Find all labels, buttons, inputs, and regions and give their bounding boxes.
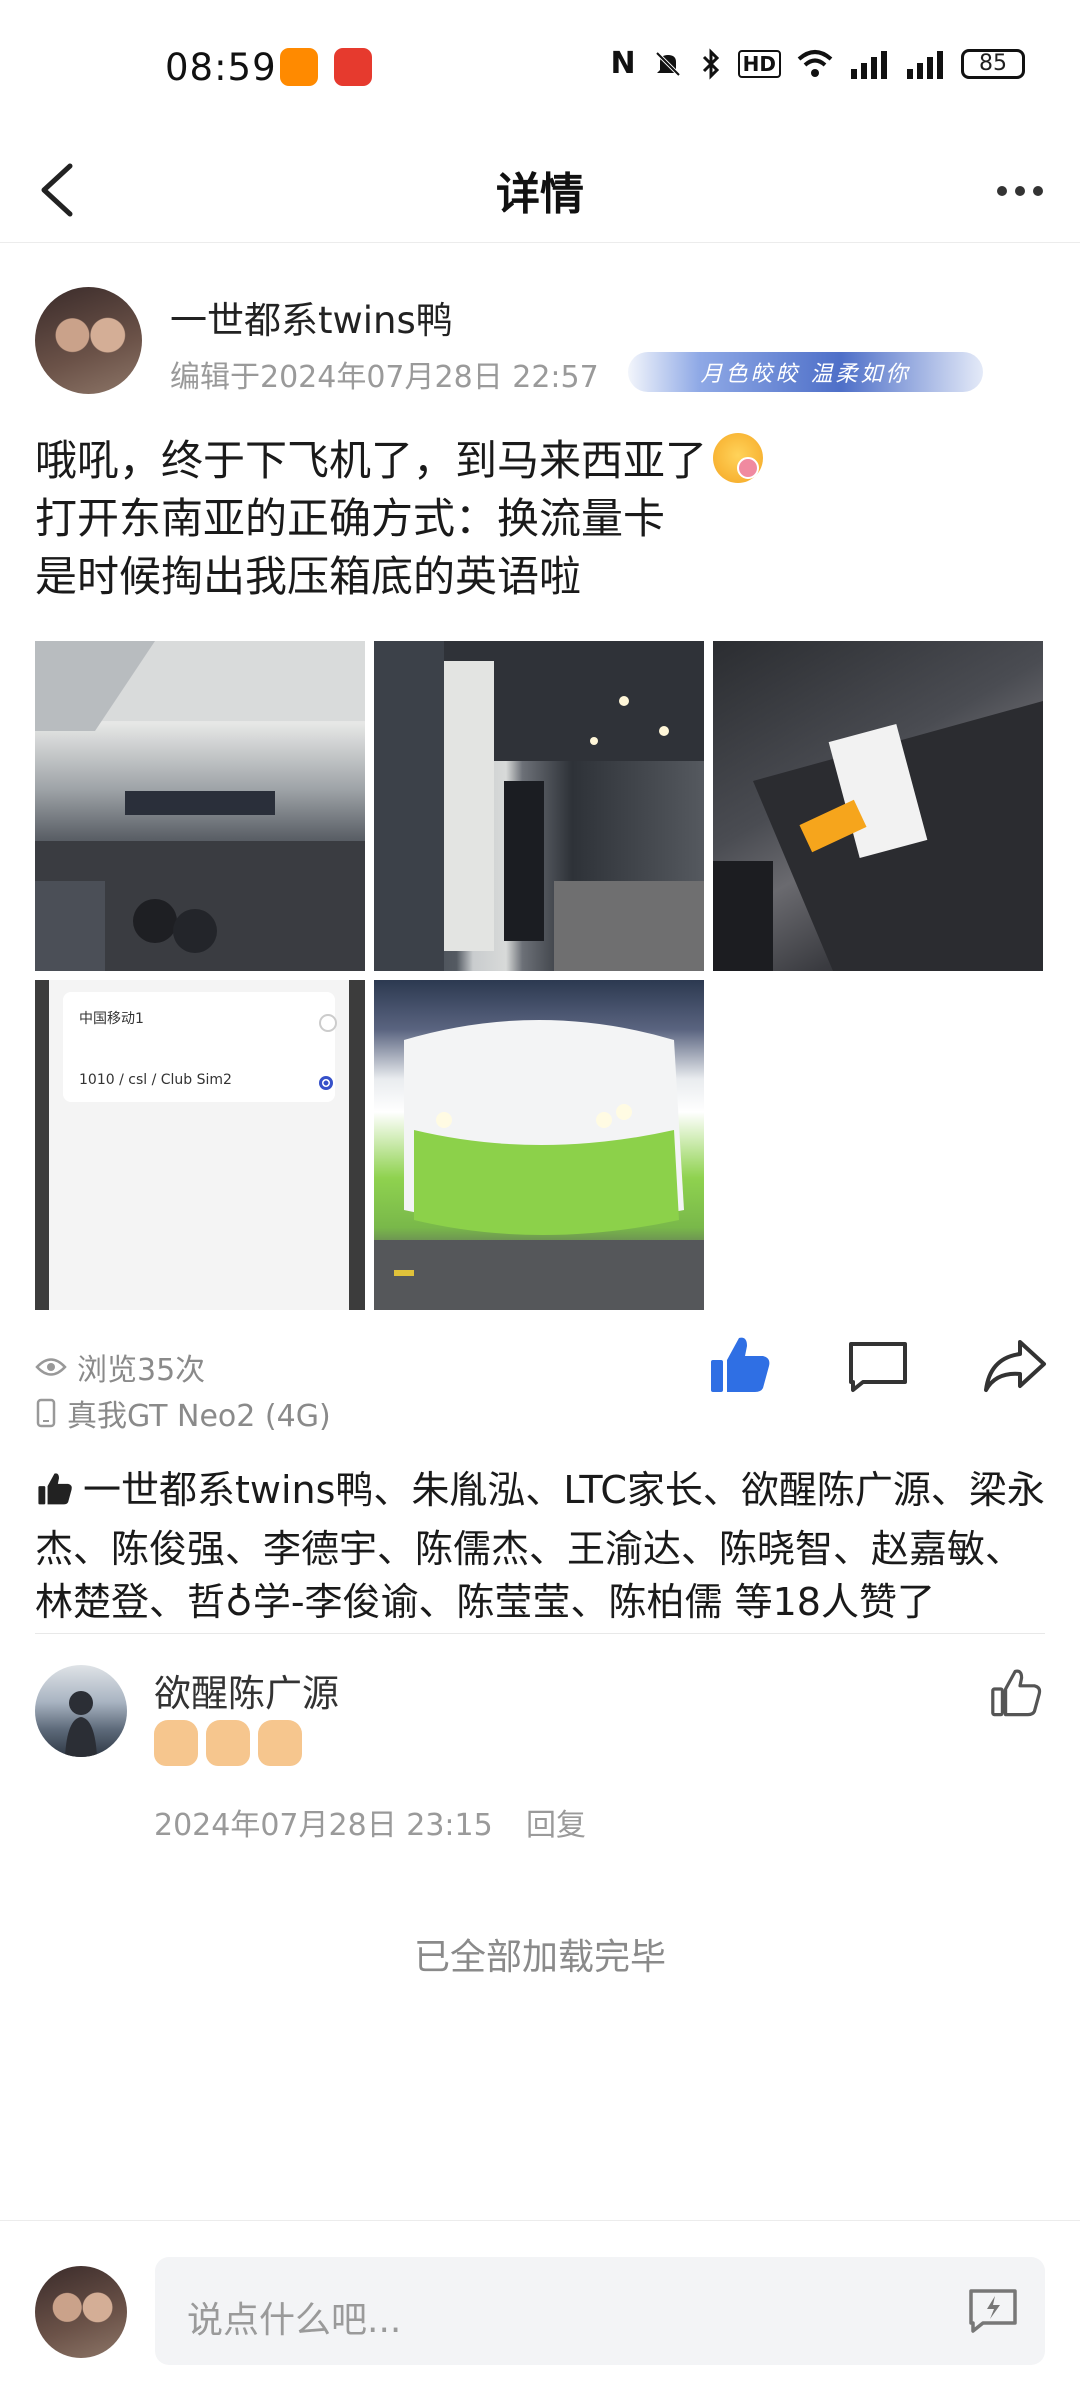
share-button[interactable]: [980, 1330, 1050, 1400]
comment-icon: [849, 1342, 907, 1392]
device-text: 真我GT Neo2 (4G): [67, 1399, 331, 1434]
reply-button[interactable]: 回复: [526, 1800, 586, 1844]
phone-screenshot: 中国移动1 1010 / csl / Club Sim2: [49, 980, 349, 1310]
phone-icon: [36, 1398, 56, 1428]
sim1-radio: [319, 1014, 337, 1032]
device-info: 真我GT Neo2 (4G): [35, 1391, 331, 1435]
share-icon: [984, 1340, 1046, 1392]
luggage-photo: [713, 701, 1043, 971]
eye-icon: [35, 1358, 67, 1376]
thumbs-up-icon: [35, 1469, 75, 1523]
thumbs-up-filled-icon: [711, 1337, 770, 1392]
sim1-label: 中国移动1: [79, 1011, 144, 1027]
4g-signal-icon: [851, 50, 887, 79]
more-dot-icon: [1015, 186, 1025, 196]
candy-face-emoji-icon: [713, 433, 764, 483]
post-image-bus[interactable]: [374, 980, 704, 1310]
music-app-notification-icon: [334, 48, 372, 86]
comment-content: [154, 1720, 310, 1776]
wifi-icon: [797, 49, 833, 77]
comment-like-button[interactable]: [988, 1665, 1044, 1721]
sim2-label: 1010 / csl / Club Sim2: [79, 1072, 232, 1088]
post-image-luggage[interactable]: [713, 641, 1043, 971]
comment-input[interactable]: 说点什么吧...: [155, 2257, 1045, 2365]
thumbs-up-emoji-icon: [206, 1720, 250, 1766]
status-bar: 08:59 N HD 85: [0, 0, 1080, 140]
thumbs-up-emoji-icon: [258, 1720, 302, 1766]
view-count: 浏览35次: [35, 1345, 205, 1389]
mute-icon: [655, 51, 681, 76]
bluetooth-icon: [702, 47, 719, 80]
hd-icon: HD: [737, 49, 781, 78]
post-line: 哦吼，终于下飞机了，到马来西亚了: [35, 432, 764, 490]
comment-input-placeholder: 说点什么吧...: [187, 2300, 402, 2341]
5g-signal-icon: [907, 50, 943, 79]
likes-list: 一世都系twins鸭、朱胤泓、LTC家长、欲醒陈广源、梁永杰、陈俊强、李德宇、陈…: [35, 1464, 1045, 1629]
thumbs-up-emoji-icon: [154, 1720, 198, 1766]
post-line: 是时候掏出我压箱底的英语啦: [35, 552, 582, 601]
status-time: 08:59: [165, 46, 277, 89]
commenter-avatar[interactable]: [35, 1665, 127, 1757]
author-name[interactable]: 一世都系twins鸭: [170, 290, 453, 344]
comment-timestamp: 2024年07月28日 23:15: [154, 1808, 493, 1843]
post-image-sim-settings[interactable]: 中国移动1 1010 / csl / Club Sim2: [35, 980, 365, 1310]
comment-input-bar: 说点什么吧...: [0, 2220, 1080, 2401]
top-nav-bar: 详情: [0, 140, 1080, 243]
more-options-button[interactable]: [985, 158, 1055, 224]
my-avatar: [35, 2266, 127, 2358]
all-loaded-text: 已全部加载完毕: [413, 1937, 666, 1978]
post-image-airport-hall[interactable]: [35, 641, 365, 971]
like-button[interactable]: [705, 1330, 775, 1400]
commenter-name[interactable]: 欲醒陈广源: [154, 1663, 339, 1717]
likes-text: 一世都系twins鸭、朱胤泓、LTC家长、欲醒陈广源、梁永杰、陈俊强、李德宇、陈…: [35, 1468, 1045, 1624]
post-image-airport-corridor[interactable]: [374, 641, 704, 971]
sim2-radio: [319, 1076, 333, 1090]
more-dot-icon: [1033, 186, 1043, 196]
post-line: 打开东南亚的正确方式：换流量卡: [35, 494, 666, 543]
quick-reply-icon[interactable]: [967, 2287, 1019, 2333]
more-dot-icon: [997, 186, 1007, 196]
nfc-icon: N: [610, 46, 636, 81]
airport-corridor-photo: [374, 641, 704, 971]
status-icons: N HD 85: [611, 46, 1025, 81]
view-count-text: 浏览35次: [77, 1353, 206, 1388]
decoration-badge: 月色皎皎 温柔如你: [628, 352, 983, 392]
author-avatar[interactable]: [35, 287, 142, 394]
thumbs-up-outline-icon: [991, 1669, 1042, 1717]
edit-timestamp: 编辑于2024年07月28日 22:57: [170, 360, 599, 395]
battery-indicator: 85: [961, 48, 1025, 79]
airport-hall-photo: [35, 641, 365, 971]
comment-button[interactable]: [843, 1330, 913, 1400]
divider: [35, 1633, 1045, 1634]
bus-photo: [374, 1020, 704, 1310]
app-notification-icon: [280, 48, 318, 86]
page-title: 详情: [496, 169, 584, 220]
post-content: 哦吼，终于下飞机了，到马来西亚了 打开东南亚的正确方式：换流量卡 是时候掏出我压…: [35, 432, 764, 606]
